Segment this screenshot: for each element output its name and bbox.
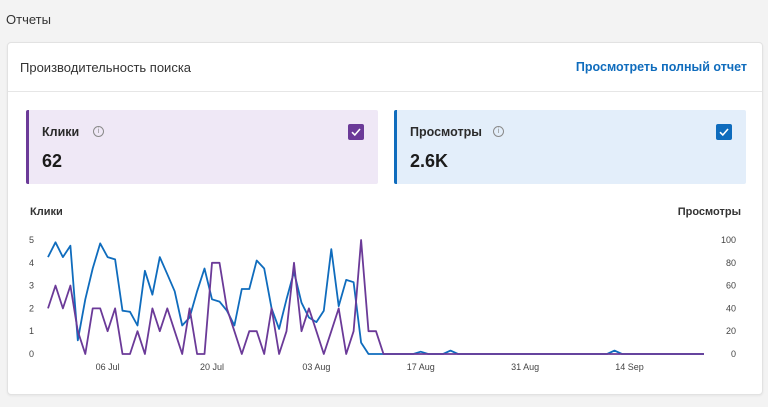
reports-section-title: Отчеты [6, 12, 51, 27]
clicks-value: 62 [42, 151, 63, 171]
x-axis-tick: 31 Aug [511, 362, 539, 372]
card-header: Производительность поиска Просмотреть по… [8, 43, 762, 92]
right-axis-tick: 100 [721, 235, 736, 245]
info-icon[interactable]: i [93, 126, 104, 137]
right-axis-tick: 80 [726, 258, 736, 268]
clicks-metric-tile[interactable]: Клики i 62 [26, 110, 378, 184]
series-line-impressions [47, 241, 704, 355]
performance-chart: 0 1 2 3 4 5 0 20 40 60 80 100 06 Jul 20 Jul 03 Aug 17 A… [29, 235, 736, 372]
x-axis-tick: 14 Sep [615, 362, 644, 372]
right-axis-tick: 20 [726, 326, 736, 336]
right-axis-tick: 0 [731, 349, 736, 359]
impressions-value: 2.6K [410, 151, 449, 171]
clicks-checkbox[interactable] [348, 124, 364, 140]
left-axis-tick: 3 [29, 281, 34, 291]
left-axis-tick: 5 [29, 235, 34, 245]
right-axis-tick: 40 [726, 303, 736, 313]
series-line-clicks [47, 239, 704, 355]
left-axis-tick: 0 [29, 349, 34, 359]
card-title: Производительность поиска [20, 60, 192, 75]
left-axis-tick: 4 [29, 258, 34, 268]
x-axis-tick: 20 Jul [200, 362, 224, 372]
checkmark-icon [351, 128, 361, 137]
impressions-checkbox[interactable] [716, 124, 732, 140]
clicks-label: Клики [42, 125, 80, 139]
x-axis-tick: 03 Aug [302, 362, 330, 372]
x-axis-tick: 06 Jul [96, 362, 120, 372]
left-axis-tick: 1 [29, 326, 34, 336]
right-axis-tick: 60 [726, 281, 736, 291]
left-axis-tick: 2 [29, 303, 34, 313]
info-icon[interactable]: i [493, 126, 504, 137]
view-full-report-link[interactable]: Просмотреть полный отчет [576, 60, 747, 74]
impressions-metric-tile[interactable]: Просмотры i 2.6K [394, 110, 746, 184]
x-axis-tick: 17 Aug [407, 362, 435, 372]
checkmark-icon [719, 128, 729, 137]
impressions-label: Просмотры [410, 125, 482, 139]
